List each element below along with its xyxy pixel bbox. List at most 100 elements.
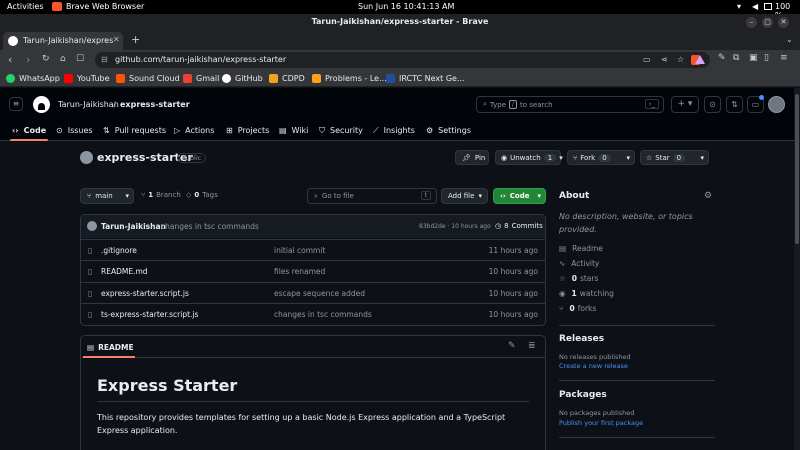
- commit-hash-time[interactable]: 83bd2de · 10 hours ago: [419, 223, 491, 230]
- tab-security[interactable]: ⛉ Security: [319, 124, 363, 137]
- releases-heading[interactable]: Releases: [559, 334, 604, 344]
- bookmark-icon[interactable]: ☐: [76, 54, 84, 64]
- bookmark-irctc[interactable]: IRCTC Next Ge...: [386, 72, 465, 85]
- pen-icon[interactable]: ✎: [718, 53, 726, 63]
- owner-avatar[interactable]: [80, 151, 93, 164]
- breadcrumb-owner[interactable]: Tarun-Jaikishan: [58, 100, 119, 109]
- code-button[interactable]: ‹› Code ▾: [493, 188, 546, 204]
- create-release-link[interactable]: Create a new release: [559, 362, 628, 370]
- unwatch-button[interactable]: ◉ Unwatch 1 ▾: [495, 150, 563, 165]
- commits-link[interactable]: ◷ 8 Commits: [495, 222, 543, 230]
- global-search-input[interactable]: ⌕ Type / to search ›_: [476, 96, 664, 113]
- outline-list-icon[interactable]: ≣: [528, 341, 536, 351]
- bookmark-leetcode[interactable]: Problems - Le...: [312, 72, 387, 85]
- packages-heading[interactable]: Packages: [559, 390, 607, 400]
- close-window-icon[interactable]: ✕: [778, 17, 789, 28]
- branches-link[interactable]: ⑂ 1 Branch: [141, 191, 181, 199]
- file-commit-message[interactable]: initial commit: [274, 246, 325, 255]
- install-icon[interactable]: ▭: [643, 55, 651, 64]
- scrollbar-thumb[interactable]: [795, 94, 799, 244]
- app-menu-label[interactable]: Brave Web Browser: [66, 2, 144, 11]
- volume-icon[interactable]: ◀: [752, 2, 758, 11]
- command-palette-icon[interactable]: ›_: [644, 99, 659, 109]
- minimize-icon[interactable]: –: [746, 17, 757, 28]
- reload-icon[interactable]: ↻: [42, 54, 50, 64]
- tab-pull-requests[interactable]: ⇅ Pull requests: [103, 124, 166, 137]
- forward-icon[interactable]: ›: [26, 53, 30, 66]
- pull-requests-icon[interactable]: ⇅: [726, 96, 743, 113]
- page-scrollbar[interactable]: [794, 88, 800, 450]
- address-bar[interactable]: ⊟ github.com/tarun-jaikishan/express-sta…: [95, 52, 710, 68]
- bookmark-gmail[interactable]: Gmail: [183, 72, 219, 85]
- breadcrumb-repo[interactable]: express-starter: [120, 100, 190, 109]
- github-logo-icon[interactable]: [33, 96, 50, 113]
- wallet-icon[interactable]: ▣: [749, 53, 758, 63]
- home-icon[interactable]: ⌂: [60, 54, 66, 64]
- activities-button[interactable]: Activities: [7, 2, 44, 11]
- commit-author[interactable]: Tarun-Jaikishan: [101, 222, 166, 231]
- table-row[interactable]: ▯ .gitignore initial commit 11 hours ago: [80, 239, 546, 260]
- battery-icon[interactable]: [764, 3, 772, 10]
- bookmark-cdpd[interactable]: CDPD: [269, 72, 305, 85]
- tab-settings[interactable]: ⚙ Settings: [426, 124, 471, 137]
- file-commit-message[interactable]: escape sequence added: [274, 289, 365, 298]
- commit-author-avatar[interactable]: [87, 221, 97, 231]
- bookmark-whatsapp[interactable]: WhatsApp: [6, 72, 60, 85]
- tab-issues[interactable]: ⊙ Issues: [56, 124, 93, 137]
- create-new-button[interactable]: + ▾: [671, 96, 699, 113]
- about-gear-icon[interactable]: ⚙: [704, 191, 712, 201]
- bookmark-youtube[interactable]: YouTube: [64, 72, 110, 85]
- tab-projects[interactable]: ⊞ Projects: [226, 124, 269, 137]
- file-name[interactable]: .gitignore: [101, 246, 137, 255]
- menu-icon[interactable]: ≡: [780, 53, 788, 63]
- tab-code[interactable]: ‹› Code: [12, 124, 46, 137]
- branch-select[interactable]: ⑂ main ▾: [80, 188, 134, 204]
- tab-wiki[interactable]: ▤ Wiki: [279, 124, 308, 137]
- wifi-icon[interactable]: ▾: [737, 2, 741, 11]
- hamburger-menu-icon[interactable]: ≡: [9, 97, 23, 111]
- about-readme-link[interactable]: ▤ Readme: [559, 244, 603, 253]
- about-stars-link[interactable]: ☆ 0 stars: [559, 274, 598, 283]
- fork-button[interactable]: ⑂ Fork 0 ▾: [567, 150, 635, 165]
- file-commit-message[interactable]: files renamed: [274, 267, 325, 276]
- browser-tab[interactable]: Tarun-Jaikishan/expres ✕: [3, 32, 123, 50]
- tab-search-chevron-icon[interactable]: ⌄: [786, 35, 793, 44]
- bookmark-star-icon[interactable]: ☆: [677, 55, 684, 64]
- tab-insights[interactable]: ⟋ Insights: [373, 124, 415, 137]
- clock[interactable]: Sun Jun 16 10:41:13 AM: [358, 2, 454, 11]
- sidebar-icon[interactable]: ▯: [764, 53, 769, 63]
- about-watching-link[interactable]: ◉ 1 watching: [559, 289, 614, 298]
- table-row[interactable]: ▯ express-starter.script.js escape seque…: [80, 282, 546, 303]
- bookmark-soundcloud[interactable]: Sound Cloud: [116, 72, 180, 85]
- close-tab-icon[interactable]: ✕: [113, 35, 120, 44]
- file-commit-message[interactable]: changes in tsc commands: [274, 310, 372, 319]
- bookmark-github[interactable]: GitHub: [222, 72, 263, 85]
- brave-rewards-icon[interactable]: [695, 55, 705, 64]
- commit-message[interactable]: changes in tsc commands: [161, 222, 259, 231]
- tab-actions[interactable]: ▷ Actions: [174, 124, 214, 137]
- new-tab-icon[interactable]: +: [131, 33, 140, 46]
- maximize-icon[interactable]: ▢: [762, 17, 773, 28]
- extensions-icon[interactable]: ⧉: [733, 53, 739, 63]
- site-info-icon[interactable]: ⊟: [101, 55, 108, 64]
- table-row[interactable]: ▯ ts-express-starter.script.js changes i…: [80, 303, 546, 324]
- issues-icon[interactable]: ⊙: [704, 96, 721, 113]
- table-row[interactable]: ▯ README.md files renamed 10 hours ago: [80, 260, 546, 281]
- readme-tab[interactable]: ▤ README: [87, 343, 134, 352]
- issues-tab-icon: ⊙: [56, 126, 63, 135]
- add-file-button[interactable]: Add file ▾: [441, 188, 488, 204]
- go-to-file-input[interactable]: ⌕ Go to file t: [307, 188, 437, 204]
- tags-link[interactable]: ◇ 0 Tags: [186, 191, 218, 199]
- share-icon[interactable]: ⋖: [661, 55, 668, 64]
- user-avatar[interactable]: [768, 96, 785, 113]
- edit-pencil-icon[interactable]: ✎: [508, 341, 516, 351]
- pin-button[interactable]: 📌︎ Pin: [455, 150, 489, 165]
- file-name[interactable]: README.md: [101, 267, 148, 276]
- about-forks-link[interactable]: ⑂ 0 forks: [559, 304, 596, 313]
- file-name[interactable]: ts-express-starter.script.js: [101, 310, 198, 319]
- file-name[interactable]: express-starter.script.js: [101, 289, 189, 298]
- about-activity-link[interactable]: ∿ Activity: [559, 259, 599, 268]
- publish-package-link[interactable]: Publish your first package: [559, 419, 643, 427]
- star-button[interactable]: ☆ Star 0 ▾: [640, 150, 709, 165]
- back-icon[interactable]: ‹: [8, 53, 12, 66]
